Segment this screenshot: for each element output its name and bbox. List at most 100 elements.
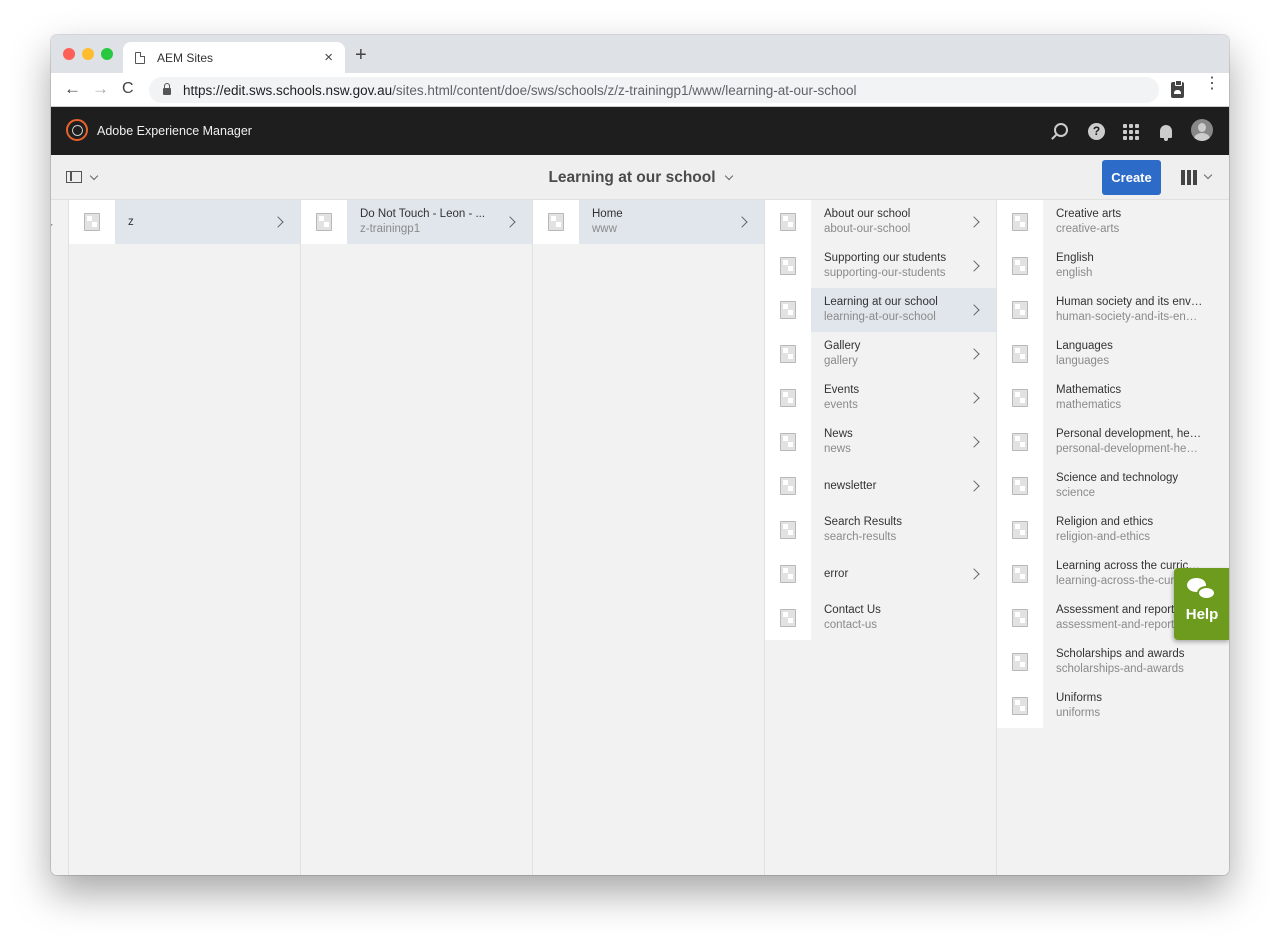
column: Do Not Touch - Leon - ... z-trainingp1 (301, 200, 533, 875)
page-texts: News news (811, 427, 970, 457)
page-row[interactable]: Home www (533, 200, 764, 244)
chevron-down-icon[interactable] (89, 171, 99, 181)
page-row[interactable]: Creative arts creative-arts (997, 200, 1229, 244)
help-icon[interactable]: ? (1088, 123, 1105, 140)
page-thumbnail[interactable] (765, 420, 811, 464)
page-thumbnail[interactable] (533, 200, 579, 244)
page-row[interactable]: Scholarships and awards scholarships-and-… (997, 640, 1229, 684)
page-thumbnail[interactable] (765, 200, 811, 244)
aem-logo-icon[interactable] (66, 119, 88, 141)
page-thumbnail[interactable] (997, 552, 1043, 596)
page-texts: error (811, 567, 970, 582)
page-thumbnail[interactable] (997, 596, 1043, 640)
page-row[interactable]: Uniforms uniforms (997, 684, 1229, 728)
page-row[interactable]: z (69, 200, 300, 244)
column-collapsed[interactable]: ▸ (51, 200, 69, 875)
user-avatar[interactable] (1191, 119, 1213, 141)
page-thumbnail[interactable] (765, 288, 811, 332)
reload-icon[interactable]: C (122, 80, 134, 98)
minimize-window-button[interactable] (82, 48, 94, 60)
page-thumbnail[interactable] (765, 332, 811, 376)
page-thumbnail[interactable] (997, 332, 1043, 376)
url-input[interactable]: https://edit.sws.schools.nsw.gov.au/site… (149, 77, 1159, 103)
column-view-icon[interactable] (1181, 170, 1197, 185)
rail-toggle-icon[interactable] (66, 171, 82, 183)
page-row[interactable]: Events events (765, 376, 996, 420)
page-row[interactable]: English english (997, 244, 1229, 288)
page-thumbnail[interactable] (69, 200, 115, 244)
chevron-right-icon[interactable] (968, 436, 980, 448)
page-thumbnail[interactable] (765, 464, 811, 508)
page-row[interactable]: About our school about-our-school (765, 200, 996, 244)
column: About our school about-our-school Supporti… (765, 200, 997, 875)
new-tab-button[interactable]: + (355, 45, 367, 65)
browser-menu-icon[interactable]: ⋮ (1204, 76, 1220, 92)
page-texts: Scholarships and awards scholarships-and-… (1043, 647, 1203, 677)
page-thumbnail[interactable] (997, 420, 1043, 464)
page-row[interactable]: error (765, 552, 996, 596)
page-row[interactable]: Mathematics mathematics (997, 376, 1229, 420)
page-icon (780, 477, 796, 495)
page-row[interactable]: newsletter (765, 464, 996, 508)
page-title-text: Contact Us (824, 604, 881, 616)
page-title[interactable]: Learning at our school (548, 169, 715, 187)
chevron-right-icon[interactable] (736, 216, 748, 228)
page-texts: Learning at our school learning-at-our-sc… (811, 295, 970, 325)
page-thumbnail[interactable] (997, 684, 1043, 728)
page-thumbnail[interactable] (301, 200, 347, 244)
page-row[interactable]: Science and technology science (997, 464, 1229, 508)
page-thumbnail[interactable] (997, 244, 1043, 288)
maximize-window-button[interactable] (101, 48, 113, 60)
chevron-right-icon[interactable] (968, 568, 980, 580)
chevron-down-icon[interactable] (1203, 170, 1213, 180)
browser-tab[interactable]: AEM Sites × (123, 42, 345, 73)
page-thumbnail[interactable] (765, 244, 811, 288)
page-row[interactable]: Do Not Touch - Leon - ... z-trainingp1 (301, 200, 532, 244)
tab-close-icon[interactable]: × (324, 49, 333, 66)
chevron-right-icon[interactable] (504, 216, 516, 228)
page-row[interactable]: Learning at our school learning-at-our-sc… (765, 288, 996, 332)
close-window-button[interactable] (63, 48, 75, 60)
page-thumbnail[interactable] (997, 376, 1043, 420)
apps-grid-icon[interactable] (1123, 124, 1139, 140)
forward-arrow-icon[interactable]: → (92, 80, 109, 98)
page-row[interactable]: Contact Us contact-us (765, 596, 996, 640)
page-row[interactable]: Supporting our students supporting-our-st… (765, 244, 996, 288)
page-row[interactable]: Gallery gallery (765, 332, 996, 376)
chevron-right-icon[interactable] (968, 392, 980, 404)
page-thumbnail[interactable] (765, 552, 811, 596)
chevron-right-icon[interactable] (968, 216, 980, 228)
back-arrow-icon[interactable]: ← (64, 80, 81, 98)
page-row[interactable]: News news (765, 420, 996, 464)
page-row[interactable]: Languages languages (997, 332, 1229, 376)
app-title[interactable]: Adobe Experience Manager (97, 124, 252, 138)
search-icon[interactable] (1054, 123, 1068, 137)
chevron-down-icon[interactable] (724, 171, 733, 180)
page-row[interactable]: Religion and ethics religion-and-ethics (997, 508, 1229, 552)
page-thumbnail[interactable] (997, 508, 1043, 552)
page-row[interactable]: Search Results search-results (765, 508, 996, 552)
chevron-right-icon[interactable] (968, 348, 980, 360)
chevron-right-icon[interactable] (968, 480, 980, 492)
page-icon (1012, 697, 1028, 715)
page-thumbnail[interactable] (997, 464, 1043, 508)
bell-icon[interactable] (1160, 125, 1172, 141)
page-node-name: mathematics (1056, 399, 1122, 411)
page-row[interactable]: Human society and its environ... human-so… (997, 288, 1229, 332)
create-button[interactable]: Create (1102, 160, 1161, 195)
chevron-right-icon[interactable] (968, 260, 980, 272)
help-widget-button[interactable]: Help (1174, 568, 1229, 640)
page-texts: Science and technology science (1043, 471, 1203, 501)
page-title-text: Home (592, 208, 623, 220)
page-thumbnail[interactable] (765, 508, 811, 552)
page-thumbnail[interactable] (765, 376, 811, 420)
page-thumbnail[interactable] (997, 640, 1043, 684)
chevron-right-icon[interactable] (968, 304, 980, 316)
page-thumbnail[interactable] (765, 596, 811, 640)
page-row[interactable]: Personal development, health ... personal… (997, 420, 1229, 464)
page-thumbnail[interactable] (997, 288, 1043, 332)
page-thumbnail[interactable] (997, 200, 1043, 244)
url-host: https://edit.sws.schools.nsw.gov.au (183, 82, 393, 98)
chevron-right-icon[interactable] (272, 216, 284, 228)
clipboard-extension-icon[interactable] (1171, 80, 1184, 98)
